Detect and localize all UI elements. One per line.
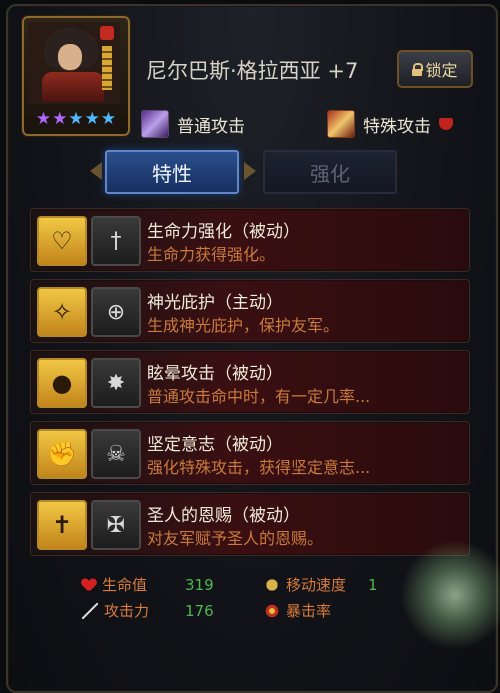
tab-traits[interactable]: 特性 xyxy=(105,150,239,194)
attack-type-badge-icon xyxy=(439,118,453,130)
heart-shield-icon: ♡ xyxy=(37,216,87,266)
tab-arrow-left-icon xyxy=(90,162,102,180)
fist-icon: ✊ xyxy=(37,429,87,479)
stat-hp: 生命值 319 xyxy=(82,574,242,595)
normal-attack-icon xyxy=(141,110,169,138)
stat-crit: 暴击率 xyxy=(264,600,394,621)
lock-label: 锁定 xyxy=(425,61,458,80)
stat-move-label: 移动速度 xyxy=(286,576,347,594)
glare-overlay xyxy=(400,540,500,650)
star-icon: ★ xyxy=(84,109,100,129)
skull-icon: ☠ xyxy=(91,429,141,479)
skill-row[interactable]: ♡ † 生命力强化（被动） 生命力获得强化。 xyxy=(30,208,470,272)
hero-portrait[interactable]: ★ ★ ★ ★ ★ xyxy=(22,16,130,136)
skill-title: 生命力强化（被动） xyxy=(147,222,300,242)
skill-desc: 生命力获得强化。 xyxy=(147,245,276,264)
heart-icon xyxy=(82,579,96,591)
star-icon: ★ xyxy=(100,109,117,129)
stat-move-speed: 移动速度 1 xyxy=(264,574,394,595)
rank-bars-icon xyxy=(102,46,112,90)
skill-row[interactable]: ● ✸ 眩晕攻击（被动） 普通攻击命中时，有一定几率... xyxy=(30,350,470,414)
skill-desc: 普通攻击命中时，有一定几率... xyxy=(147,387,371,406)
skill-title: 坚定意志（被动） xyxy=(147,435,283,455)
target-icon: ⊕ xyxy=(91,287,141,337)
stat-move-value: 1 xyxy=(368,575,378,594)
skill-title: 眩晕攻击（被动） xyxy=(147,364,283,384)
skill-row[interactable]: ✊ ☠ 坚定意志（被动） 强化特殊攻击，获得坚定意志... xyxy=(30,421,470,485)
skill-desc: 对友军赋予圣人的恩赐。 xyxy=(147,529,324,548)
stat-attack: 攻击力 176 xyxy=(82,600,242,621)
sword-icon: † xyxy=(91,216,141,266)
star-icon: ★ xyxy=(52,109,68,129)
stat-attack-value: 176 xyxy=(185,601,214,620)
normal-attack-label: 普通攻击 xyxy=(177,116,245,137)
skill-row[interactable]: ✝ ✠ 圣人的恩赐（被动） 对友军赋予圣人的恩赐。 xyxy=(30,492,470,556)
faction-badge-icon xyxy=(100,26,114,40)
skill-desc: 生成神光庇护，保护友军。 xyxy=(147,316,340,335)
stat-hp-label: 生命值 xyxy=(102,576,148,594)
special-attack-label: 特殊攻击 xyxy=(363,116,431,137)
holy-light-icon: ✧ xyxy=(37,287,87,337)
skill-title: 神光庇护（主动） xyxy=(147,293,283,313)
lock-button[interactable]: 锁定 xyxy=(397,50,473,88)
lock-icon xyxy=(412,63,424,76)
stun-icon: ● xyxy=(37,358,87,408)
star-rating: ★ ★ ★ ★ ★ xyxy=(28,110,124,128)
sword-icon xyxy=(82,602,98,619)
tab-arrow-right-icon xyxy=(244,162,256,180)
star-icon: ★ xyxy=(35,109,52,129)
skill-desc: 强化特殊攻击，获得坚定意志... xyxy=(147,458,371,477)
winged-emblem-icon: ✠ xyxy=(91,500,141,550)
stat-hp-value: 319 xyxy=(185,575,214,594)
tab-bar: 特性 强化 xyxy=(90,150,406,194)
star-icon: ★ xyxy=(68,109,84,129)
skill-row[interactable]: ✧ ⊕ 神光庇护（主动） 生成神光庇护，保护友军。 xyxy=(30,279,470,343)
crit-icon xyxy=(264,602,280,619)
skill-title: 圣人的恩赐（被动） xyxy=(147,506,300,526)
hero-name: 尼尔巴斯·格拉西亚 +7 xyxy=(146,59,359,83)
boot-icon xyxy=(264,576,280,593)
special-attack[interactable]: 特殊攻击 xyxy=(327,110,453,138)
normal-attack[interactable]: 普通攻击 xyxy=(141,110,245,138)
stat-attack-label: 攻击力 xyxy=(104,602,150,620)
tab-enhance[interactable]: 强化 xyxy=(263,150,397,194)
cross-icon: ✝ xyxy=(37,500,87,550)
burst-icon: ✸ xyxy=(91,358,141,408)
stat-crit-label: 暴击率 xyxy=(286,602,332,620)
special-attack-icon xyxy=(327,110,355,138)
